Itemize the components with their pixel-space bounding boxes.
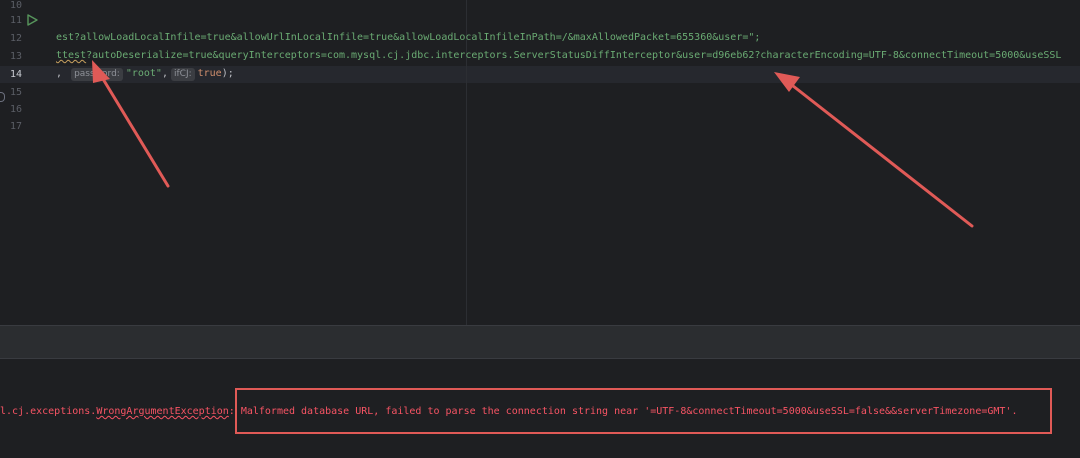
punctuation: , — [56, 68, 63, 79]
keyword-true: true — [197, 68, 222, 79]
line-number: 16 — [9, 104, 22, 115]
tool-window-header — [0, 325, 1080, 358]
exception-class[interactable]: l.cj.exceptions.WrongArgumentException — [0, 406, 229, 417]
exception-package: l.cj.exceptions. — [0, 406, 97, 417]
param-hint-ifcj: ifCJ: — [170, 68, 195, 81]
line-number: 12 — [9, 33, 22, 44]
code-line-14: , password: "root", ifCJ: true); — [56, 67, 234, 81]
punctuation: , — [161, 68, 168, 79]
line-number-current: 14 — [9, 69, 22, 80]
param-hint-password: password: — [71, 68, 123, 81]
code-line-12: est?allowLoadLocalInfile=true&allowUrlIn… — [56, 31, 760, 45]
string-literal: ?autoDeserialize=true&queryInterceptors=… — [86, 50, 1062, 61]
fold-marker-icon[interactable] — [0, 92, 5, 102]
line-number: 11 — [9, 15, 22, 26]
punctuation: ); — [221, 68, 234, 79]
line-number: 17 — [9, 121, 22, 132]
run-play-icon[interactable] — [26, 14, 38, 26]
password-value: "root" — [125, 68, 162, 79]
string-literal: est?allowLoadLocalInfile=true&allowUrlIn… — [56, 32, 761, 43]
editor-gutter: 10 11 12 13 14 15 16 17 — [0, 0, 52, 325]
error-highlight-box — [235, 388, 1052, 434]
code-editor[interactable]: 10 11 12 13 14 15 16 17 est?allowLoadLoc… — [0, 0, 1080, 325]
code-line-13: ttest?autoDeserialize=true&queryIntercep… — [56, 49, 1061, 63]
exception-class-name[interactable]: WrongArgumentException — [96, 406, 228, 417]
line-number: 13 — [9, 51, 22, 62]
line-number: 10 — [9, 0, 22, 11]
string-literal-warning: ttest — [56, 50, 87, 61]
